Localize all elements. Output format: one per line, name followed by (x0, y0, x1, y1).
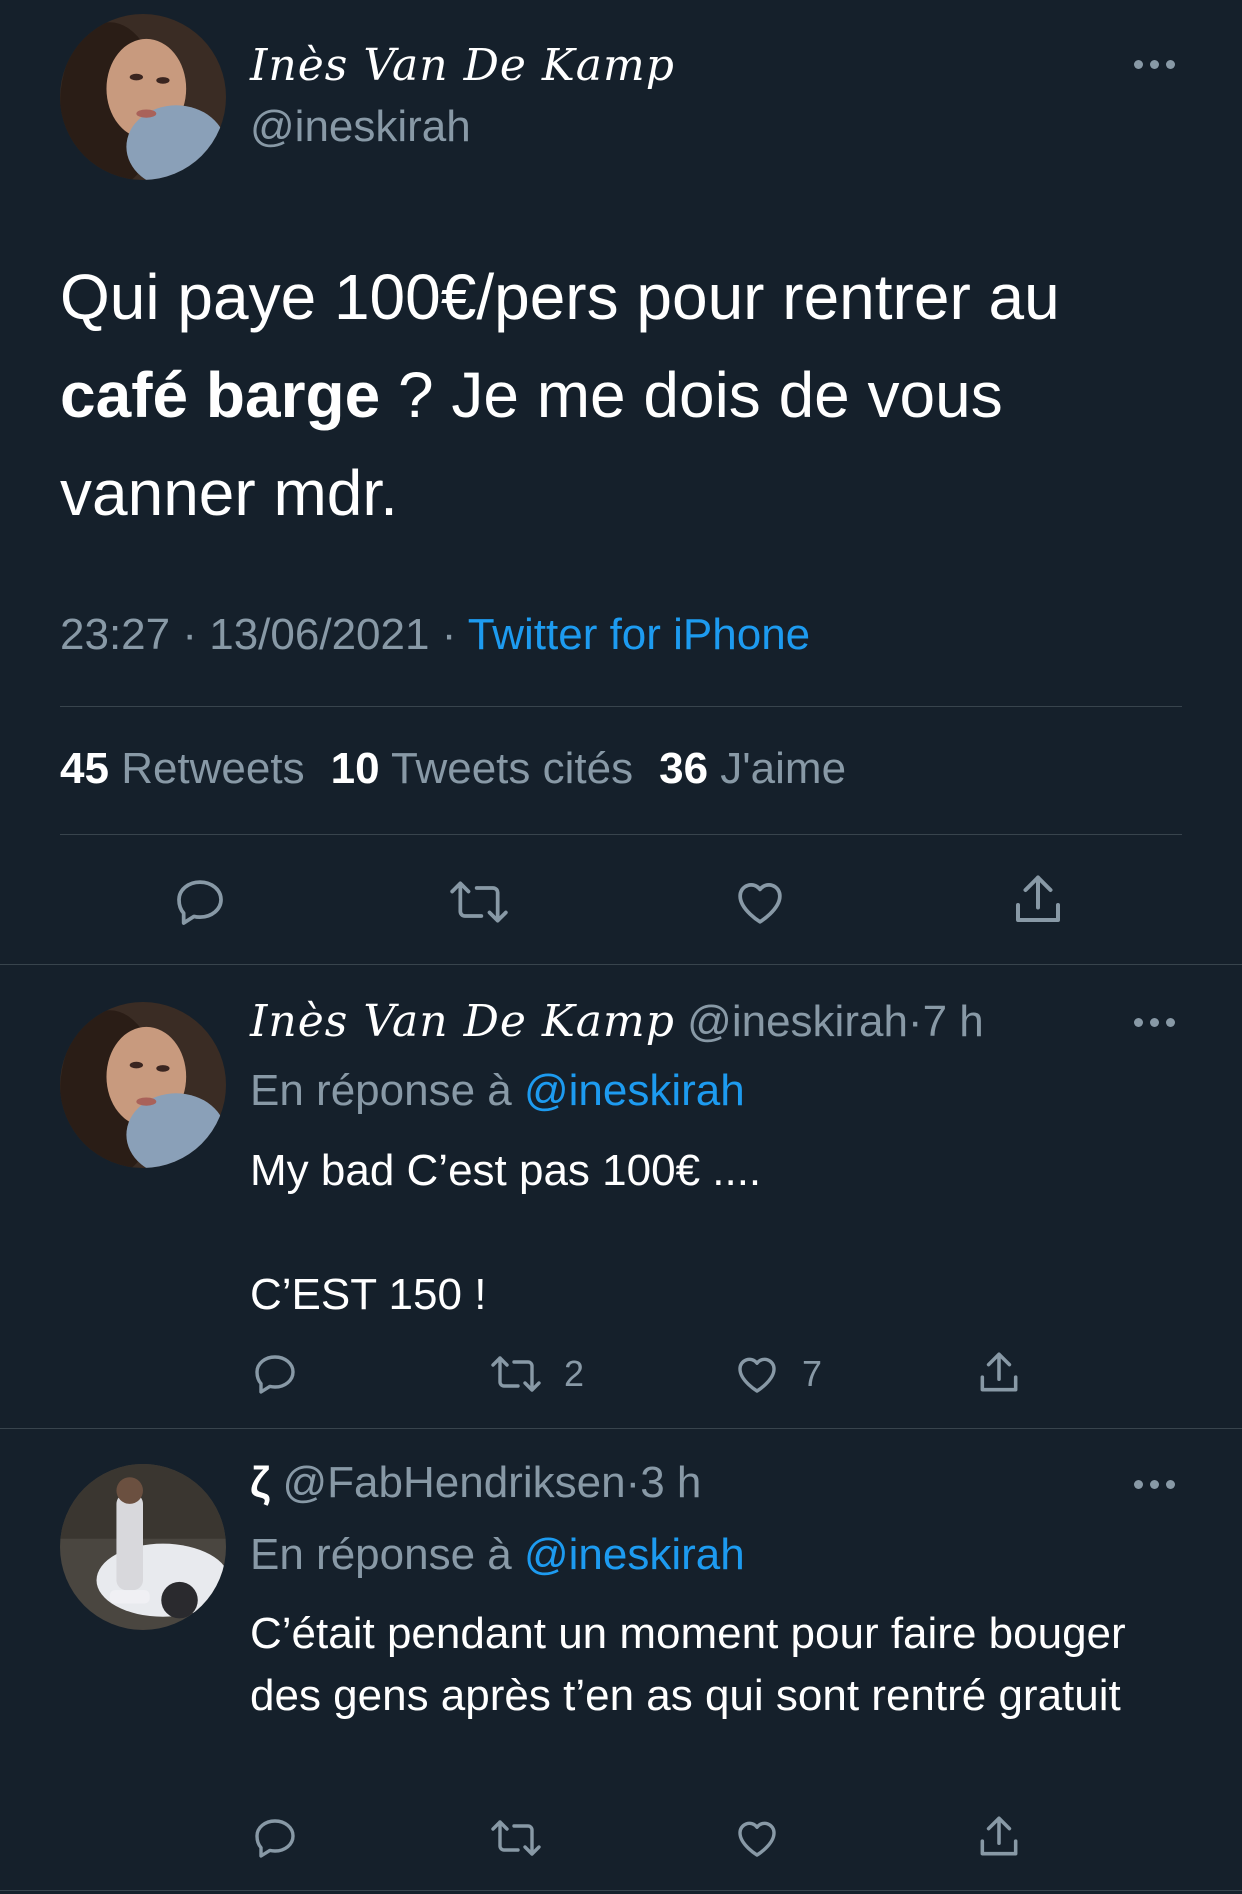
quotes-stat[interactable]: 10 Tweets cités (331, 744, 633, 793)
author-name[interactable]: Inès Van De Kamp (250, 40, 675, 91)
reply-button[interactable] (250, 1814, 300, 1862)
reply-time[interactable]: 7 h (923, 997, 984, 1046)
like-button[interactable]: 7 (732, 1350, 822, 1398)
retweet-icon (491, 1356, 541, 1392)
reply-prefix: En réponse à (250, 1530, 524, 1579)
share-button[interactable] (974, 1812, 1024, 1862)
retweet-button[interactable] (488, 1814, 544, 1862)
retweets-stat[interactable]: 45 Retweets (60, 744, 305, 793)
reply-icon (177, 880, 223, 925)
reply-time[interactable]: 3 h (640, 1458, 701, 1507)
meta-separator: · (441, 610, 457, 659)
reply-header: ζ @FabHendriksen·3 h (250, 1458, 701, 1508)
more-icon[interactable] (1134, 1480, 1175, 1489)
reply-handle[interactable]: @ineskirah (687, 997, 908, 1046)
share-icon (980, 1352, 1018, 1392)
like-count: 7 (802, 1353, 823, 1394)
reply-prefix: En réponse à (250, 1066, 524, 1115)
reply-author-name[interactable]: ζ (250, 1458, 270, 1507)
like-icon (738, 883, 782, 924)
reply-text-line: C’EST 150 ! (250, 1270, 487, 1319)
more-icon[interactable] (1134, 1018, 1175, 1027)
likes-label: J'aime (720, 744, 847, 793)
more-icon[interactable] (1134, 60, 1175, 69)
reply-icon (255, 1819, 295, 1858)
share-button[interactable] (1008, 870, 1068, 930)
like-icon (738, 1357, 776, 1393)
reply-separator: · (625, 1458, 641, 1507)
reply-context: En réponse à @ineskirah (250, 1066, 745, 1116)
tweet-thread-page: Inès Van De Kamp @ineskirah Qui paye 100… (0, 0, 1242, 1894)
reply-button[interactable] (250, 1350, 300, 1398)
reply-author-name[interactable]: Inès Van De Kamp (250, 996, 675, 1047)
reply-to-link[interactable]: @ineskirah (524, 1066, 745, 1115)
author-avatar[interactable] (60, 14, 226, 180)
like-icon (738, 1821, 776, 1857)
share-icon (980, 1816, 1018, 1856)
tweet-date: 13/06/2021 (209, 610, 430, 659)
likes-stat[interactable]: 36 J'aime (659, 744, 846, 793)
reply-to-link[interactable]: @ineskirah (524, 1530, 745, 1579)
tweet-time: 23:27 (60, 610, 171, 659)
divider (60, 706, 1182, 707)
retweets-label: Retweets (121, 744, 305, 793)
tweet-text: Qui paye 100€/pers pour rentrer au café … (60, 248, 1180, 542)
divider (0, 1428, 1242, 1429)
tweet-stats: 45 Retweets 10 Tweets cités 36 J'aime (60, 744, 846, 794)
share-button[interactable] (974, 1348, 1024, 1398)
tweet-text-bold: café barge (60, 359, 381, 431)
reply-separator: · (907, 997, 923, 1046)
divider (60, 834, 1182, 835)
retweets-count: 45 (60, 744, 109, 793)
like-button[interactable] (730, 874, 790, 930)
retweet-icon (450, 881, 508, 923)
reply-avatar[interactable] (60, 1002, 226, 1168)
reply-text: My bad C’est pas 100€ .... C’EST 150 ! (250, 1140, 1150, 1326)
retweet-icon (491, 1820, 541, 1856)
quotes-count: 10 (330, 744, 380, 793)
tweet-meta: 23:27 · 13/06/2021 · Twitter for iPhone (60, 610, 810, 660)
retweet-count: 2 (564, 1353, 585, 1394)
reply-header: Inès Van De Kamp @ineskirah·7 h (250, 996, 984, 1047)
divider (0, 964, 1242, 965)
quotes-label: Tweets cités (391, 744, 634, 793)
reply-avatar[interactable] (60, 1464, 226, 1630)
likes-count: 36 (659, 744, 709, 793)
like-button[interactable] (732, 1814, 782, 1862)
share-icon (1016, 875, 1060, 922)
retweet-button[interactable]: 2 (488, 1350, 584, 1398)
reply-button[interactable] (170, 874, 230, 930)
meta-separator: · (182, 610, 197, 659)
reply-text-line: My bad C’est pas 100€ .... (250, 1146, 762, 1195)
retweet-button[interactable] (446, 874, 512, 930)
divider (0, 1890, 1242, 1891)
reply-context: En réponse à @ineskirah (250, 1530, 745, 1580)
reply-icon (255, 1355, 295, 1394)
tweet-source-link[interactable]: Twitter for iPhone (468, 610, 810, 659)
tweet-text-part1: Qui paye 100€/pers pour rentrer au (60, 261, 1060, 333)
reply-text: C’était pendant un moment pour faire bou… (250, 1609, 1126, 1720)
author-handle[interactable]: @ineskirah (250, 102, 471, 152)
reply-handle[interactable]: @FabHendriksen (283, 1458, 626, 1507)
